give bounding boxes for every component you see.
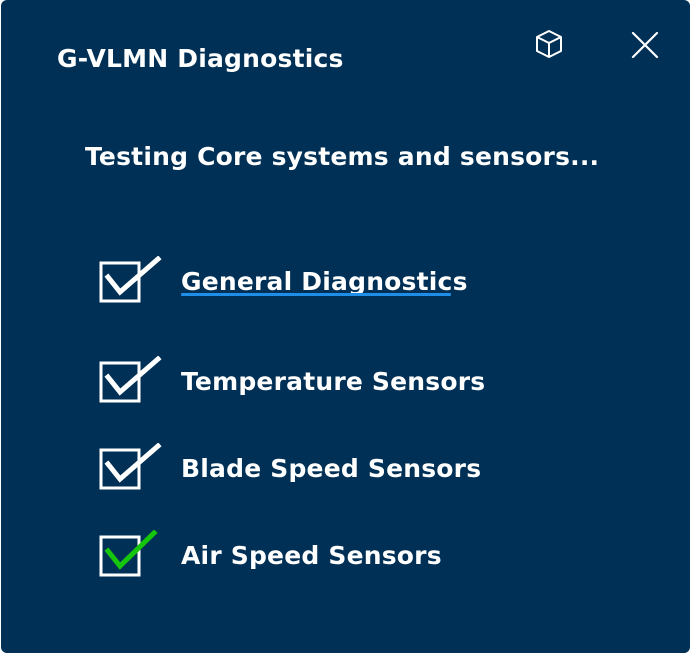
check-item-air-speed-sensors[interactable]: Air Speed Sensors bbox=[98, 530, 558, 580]
check-label[interactable]: General Diagnostics bbox=[181, 267, 468, 296]
window-title: G-VLMN Diagnostics bbox=[57, 44, 344, 73]
check-item-general-diagnostics[interactable]: General Diagnostics bbox=[98, 256, 558, 306]
check-item-blade-speed-sensors[interactable]: Blade Speed Sensors bbox=[98, 443, 558, 493]
diagnostics-window: G-VLMN Diagnostics Testing Core systems … bbox=[1, 0, 690, 653]
check-label[interactable]: Temperature Sensors bbox=[181, 367, 485, 396]
checkbox-checked[interactable] bbox=[98, 356, 168, 406]
checkbox-checked[interactable] bbox=[98, 443, 168, 493]
checkbox-checked[interactable] bbox=[98, 256, 168, 306]
close-icon[interactable] bbox=[625, 25, 665, 65]
check-label[interactable]: Blade Speed Sensors bbox=[181, 454, 481, 483]
cube-icon[interactable] bbox=[529, 24, 569, 64]
check-item-temperature-sensors[interactable]: Temperature Sensors bbox=[98, 356, 558, 406]
status-text: Testing Core systems and sensors... bbox=[85, 142, 600, 171]
focus-underline bbox=[181, 293, 451, 296]
check-label[interactable]: Air Speed Sensors bbox=[181, 541, 442, 570]
checkbox-checked[interactable] bbox=[98, 530, 168, 580]
